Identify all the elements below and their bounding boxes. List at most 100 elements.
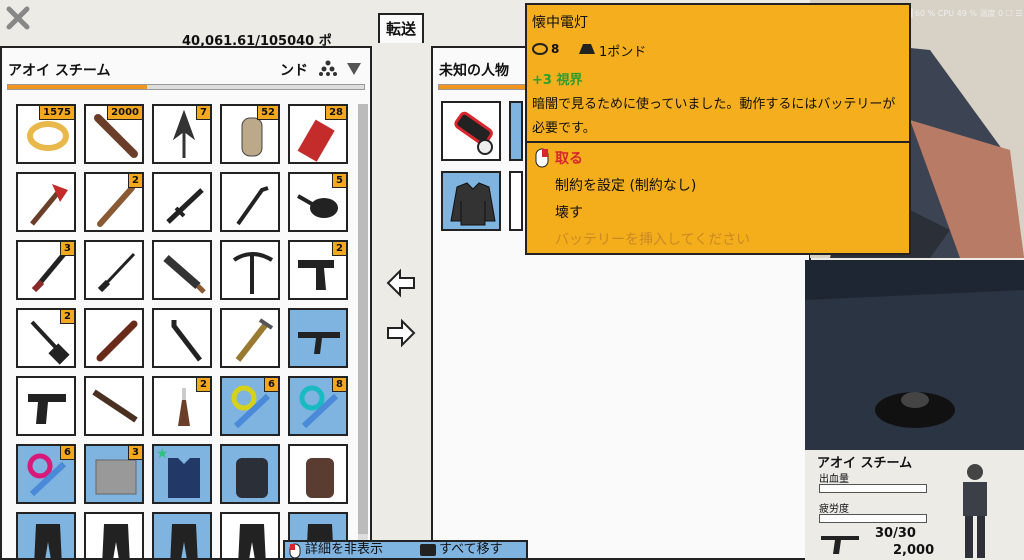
pickaxe-icon — [232, 252, 274, 294]
arrow-left-icon[interactable] — [386, 268, 416, 298]
inventory-slot[interactable] — [152, 172, 212, 232]
inventory-slot[interactable] — [152, 512, 212, 560]
nightstick-icon — [96, 320, 138, 362]
inventory-slot[interactable]: 6 — [16, 444, 76, 504]
tooltip-stat: +3 視界 — [532, 73, 583, 88]
inventory-slot[interactable] — [288, 308, 348, 368]
container-capacity-bar — [438, 84, 528, 90]
tire-iron-icon — [171, 320, 202, 362]
bleed-bar — [819, 484, 927, 493]
inventory-slot[interactable]: 2 — [288, 240, 348, 300]
inventory-slot[interactable]: 8 — [288, 376, 348, 436]
inventory-slot[interactable] — [220, 308, 280, 368]
bottom-action-bar: 詳細を非表示 すべて移す — [283, 540, 528, 560]
fatigue-label: 疲労度 — [819, 504, 849, 515]
rifle-icon — [821, 536, 859, 554]
action-insert-battery: バッテリーを挿入してください — [555, 232, 751, 248]
shotgun-icon — [92, 389, 138, 423]
action-set-restriction[interactable]: 制約を設定 (制約なし) — [555, 175, 696, 195]
inventory-slot[interactable]: 6 — [220, 376, 280, 436]
container-item-flashlight[interactable] — [441, 101, 501, 161]
inventory-slot[interactable]: 7 — [152, 104, 212, 164]
inventory-slot[interactable]: 3 — [16, 240, 76, 300]
close-button[interactable] — [6, 6, 30, 30]
inventory-slot[interactable] — [84, 512, 144, 560]
inventory-slot[interactable] — [152, 308, 212, 368]
arrow-right-icon[interactable] — [386, 318, 416, 348]
hud-character-name: アオイ スチーム — [817, 456, 913, 471]
inventory-slot[interactable]: 2 — [16, 308, 76, 368]
action-take[interactable]: 取る — [555, 148, 583, 168]
item-count-badge: 52 — [257, 106, 278, 120]
move-all-button[interactable]: すべて移す — [439, 542, 503, 558]
pipe-wrench-icon — [235, 318, 274, 362]
container-slot-partial-2 — [509, 171, 523, 231]
inventory-slot[interactable] — [220, 512, 280, 560]
item-count-badge: 1575 — [39, 106, 74, 120]
action-break[interactable]: 壊す — [555, 202, 583, 222]
favorite-star-icon: ★ — [156, 446, 169, 462]
inventory-slot[interactable] — [288, 444, 348, 504]
inventory-slot[interactable] — [220, 444, 280, 504]
inventory-slot[interactable]: ★ — [152, 444, 212, 504]
inventory-slot[interactable] — [84, 240, 144, 300]
character-hud: アオイ スチーム 出血量 疲労度 30/30 2,000 — [805, 450, 1024, 560]
item-count-badge: 3 — [128, 446, 142, 460]
character-model — [963, 464, 987, 558]
machete-icon — [163, 254, 206, 294]
katana-icon — [97, 252, 136, 293]
inventory-slot[interactable] — [220, 240, 280, 300]
inventory-slot[interactable]: 2 — [152, 376, 212, 436]
inventory-slot[interactable]: 2000 — [84, 104, 144, 164]
inventory-slot[interactable] — [16, 172, 76, 232]
tab-transfer[interactable]: 転送 — [378, 13, 424, 43]
reserve-count: 2,000 — [893, 543, 935, 558]
inventory-slot[interactable]: 28 — [288, 104, 348, 164]
item-count-badge: 2 — [128, 174, 142, 188]
tooltip-info: 懐中電灯 8 1ポンド +3 視界 暗闇で見るために使っていました。動作するには… — [527, 5, 909, 143]
tooltip-weight: 1ポンド — [599, 45, 647, 60]
item-count-badge: 2 — [196, 378, 210, 392]
assault-rifle-icon — [298, 332, 340, 354]
mouse-icon — [289, 543, 301, 559]
tooltip-description: 暗闇で見るために使っていました。動作するにはバッテリーが必要です。 — [532, 97, 896, 136]
player-scrollbar[interactable] — [358, 104, 368, 560]
baton-icon — [166, 188, 204, 224]
inventory-slot[interactable]: 2 — [84, 172, 144, 232]
inventory-slot[interactable] — [152, 240, 212, 300]
item-count-badge: 8 — [332, 378, 346, 392]
inventory-slot[interactable]: 5 — [288, 172, 348, 232]
inventory-slot[interactable]: 52 — [220, 104, 280, 164]
bleed-label: 出血量 — [819, 474, 849, 485]
inventory-slot[interactable]: 3 — [84, 444, 144, 504]
player-scrollbar-thumb[interactable] — [358, 104, 368, 534]
inventory-slot[interactable] — [84, 376, 144, 436]
backpack-black-icon — [236, 458, 268, 498]
inventory-slot[interactable] — [220, 172, 280, 232]
tooltip-value: 8 — [551, 42, 560, 56]
item-count-badge: 6 — [264, 378, 278, 392]
inventory-slot[interactable] — [16, 376, 76, 436]
item-count-badge: 5 — [332, 174, 346, 188]
container-name: 未知の人物 — [439, 63, 509, 79]
item-count-badge: 3 — [60, 242, 74, 256]
fire-axe-icon — [30, 184, 68, 226]
item-count-badge: 7 — [196, 106, 210, 120]
tooltip-title: 懐中電灯 — [532, 15, 588, 31]
fatigue-bar — [819, 514, 927, 523]
ammo-count: 30/30 — [875, 526, 916, 541]
item-tooltip: 懐中電灯 8 1ポンド +3 視界 暗闇で見るために使っていました。動作するには… — [525, 3, 911, 255]
inventory-slot[interactable] — [16, 512, 76, 560]
container-slot-partial — [509, 101, 523, 161]
backpack-brown-icon — [306, 458, 334, 498]
container-item-jacket[interactable] — [441, 171, 501, 231]
item-count-badge: 6 — [60, 446, 74, 460]
weight-icon — [579, 44, 595, 54]
flashlight-icon — [454, 111, 493, 155]
player-item-grid: 1575 2000 7 52 28 2 5 3 2 2 2 6 8 6 3 ★ — [2, 48, 374, 560]
pants-icon — [238, 524, 266, 560]
inventory-slot[interactable]: 1575 — [16, 104, 76, 164]
hide-details-button[interactable]: 詳細を非表示 — [305, 542, 383, 558]
jacket-icon — [450, 182, 496, 226]
inventory-slot[interactable] — [84, 308, 144, 368]
